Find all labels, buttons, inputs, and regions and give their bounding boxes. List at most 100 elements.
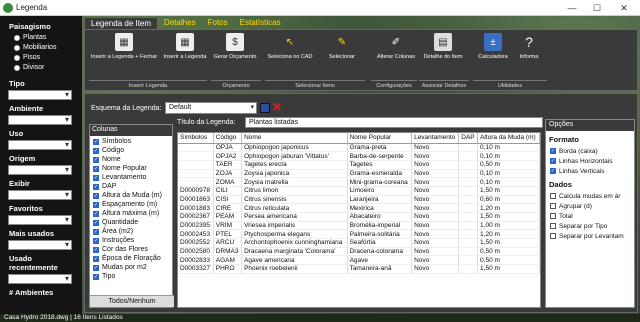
table-row[interactable]: D0002453 PTEL Ptychosperma elegans Palmeira…: [178, 229, 540, 240]
select-button[interactable]: ✎ Selecionar: [321, 33, 363, 77]
insert-legend-button[interactable]: ▦ Inserir a Legenda: [163, 33, 207, 77]
column-option[interactable]: ✓ Nome: [90, 155, 172, 164]
tab-legenda[interactable]: Legenda de Item: [84, 17, 159, 29]
column-header[interactable]: Símbolos: [178, 133, 214, 144]
table-row[interactable]: OPJA2 Ophiopogon jaburan 'Vittatus' Barba-…: [178, 151, 540, 161]
column-option[interactable]: ✓ Quantidade: [90, 218, 172, 227]
table-row[interactable]: ZOMA Zoysia matrella Mini-grama-coreana Nov…: [178, 177, 540, 187]
radio-option[interactable]: Divisor: [14, 64, 82, 71]
option-checkbox[interactable]: Agrupar (d): [546, 201, 634, 211]
checkbox-icon[interactable]: [550, 193, 556, 199]
column-option[interactable]: ✓ Mudas por m2: [90, 263, 172, 272]
checkbox-icon[interactable]: ✓: [93, 165, 99, 172]
checkbox-icon[interactable]: ✓: [93, 174, 99, 181]
checkbox-icon[interactable]: ✓: [93, 273, 99, 280]
option-checkbox[interactable]: Separar por Levantam: [546, 231, 634, 241]
checkbox-icon[interactable]: ✓: [93, 237, 99, 244]
table-row[interactable]: D0002552 ARCU Archontophoenix cunninghamia…: [178, 238, 540, 248]
tab-fotos[interactable]: Fotos: [202, 17, 234, 29]
checkbox-icon[interactable]: ✓: [93, 147, 99, 154]
toggle-all-button[interactable]: Todos/Nenhum: [90, 295, 174, 307]
column-option[interactable]: ✓ Instruções: [90, 236, 172, 245]
column-option[interactable]: ✓ Código: [90, 146, 172, 155]
checkbox-icon[interactable]: ✓: [93, 183, 99, 190]
select-in-cad-button[interactable]: ↖ Seleciona no CAD: [265, 33, 315, 77]
checkbox-icon[interactable]: [550, 203, 556, 209]
tab-estatisticas[interactable]: Estatísticas: [234, 17, 287, 29]
filter-select[interactable]: [8, 140, 72, 150]
table-row[interactable]: D0003327 PHRO Phoenix roebelenii Tamareira-…: [178, 264, 540, 274]
table-row[interactable]: D0002367 PEAM Persea americana Abacateiro No…: [178, 212, 540, 222]
radio-option[interactable]: Mobiliarios: [14, 44, 82, 51]
maximize-button[interactable]: ☐: [585, 0, 609, 16]
legend-title-input[interactable]: Plantas listadas: [245, 117, 543, 128]
column-option[interactable]: ✓ Tipo: [90, 272, 172, 281]
calculator-button[interactable]: ± Calculadora: [475, 33, 511, 77]
info-button[interactable]: ? Informa: [513, 33, 545, 77]
table-row[interactable]: D0000978 CILI Citrus limon Limoeiro Novo 1,50…: [178, 186, 540, 196]
column-option[interactable]: ✓ Espaçamento (m): [90, 200, 172, 209]
checkbox-icon[interactable]: [550, 213, 556, 219]
filter-select[interactable]: [8, 215, 72, 225]
option-checkbox[interactable]: Total: [546, 211, 634, 221]
checkbox-icon[interactable]: ✓: [93, 192, 99, 199]
checkbox-icon[interactable]: ✓: [93, 264, 99, 271]
column-option[interactable]: ✓ Altura máxima (m): [90, 209, 172, 218]
checkbox-icon[interactable]: [550, 223, 556, 229]
checkbox-icon[interactable]: ✓: [93, 201, 99, 208]
filter-select[interactable]: [8, 115, 72, 125]
column-option[interactable]: ✓ Nome Popular: [90, 164, 172, 173]
table-row[interactable]: D0001863 CISI Citrus sinensis Laranjeira Nov…: [178, 195, 540, 205]
checkbox-icon[interactable]: ✓: [93, 246, 99, 253]
checkbox-icon[interactable]: ✓: [93, 210, 99, 217]
tab-detalhes[interactable]: Detalhes: [158, 17, 202, 29]
filter-select[interactable]: [8, 190, 72, 200]
column-header[interactable]: Nome: [241, 133, 348, 144]
radio-option[interactable]: Pisos: [14, 54, 82, 61]
table-row[interactable]: D0002580 DRMA3 Dracaena marginata 'Coloram…: [178, 247, 540, 257]
column-option[interactable]: ✓ Altura da Muda (m): [90, 191, 172, 200]
option-checkbox[interactable]: Calcula mudas em ár: [546, 191, 634, 201]
save-icon[interactable]: [260, 103, 270, 113]
table-row[interactable]: D0002833 AGAM Agave americana Agave Novo 0,50…: [178, 255, 540, 266]
filter-select[interactable]: [8, 165, 72, 175]
checkbox-icon[interactable]: ✓: [550, 158, 556, 164]
checkbox-icon[interactable]: ✓: [93, 219, 99, 226]
checkbox-icon[interactable]: ✓: [93, 156, 99, 163]
column-option[interactable]: ✓ Símbolos: [90, 137, 172, 146]
checkbox-icon[interactable]: ✓: [93, 255, 99, 262]
table-row[interactable]: D0001883 CIRE Citrus reticulata Mexirica Nov…: [178, 203, 540, 213]
column-header[interactable]: Altura da Muda (m): [477, 133, 540, 144]
column-option[interactable]: ✓ Cor das Flores: [90, 245, 172, 254]
column-option[interactable]: ✓ DAP: [90, 182, 172, 191]
radio-option[interactable]: Plantas: [14, 34, 82, 41]
close-button[interactable]: ✕: [612, 0, 636, 16]
option-checkbox[interactable]: Separar por Tipo: [546, 221, 634, 231]
column-option[interactable]: ✓ Levantamento: [90, 173, 172, 182]
checkbox-icon[interactable]: ✓: [93, 138, 99, 145]
change-columns-button[interactable]: ✐ Alterar Colunas: [375, 33, 417, 77]
item-detail-button[interactable]: ▤ Detalhe do Item: [421, 33, 465, 77]
table-row[interactable]: ZOJA Zoysia japonica Grama-esmeralda Novo 0,…: [178, 169, 540, 179]
generate-budget-button[interactable]: $ Gerar Orçamento: [211, 33, 259, 77]
option-checkbox[interactable]: ✓ Linhas Horizontais: [546, 156, 634, 166]
checkbox-icon[interactable]: ✓: [550, 148, 556, 154]
scheme-select[interactable]: Default: [165, 102, 257, 114]
column-header[interactable]: DAP: [458, 133, 479, 144]
checkbox-icon[interactable]: ✓: [550, 168, 556, 174]
filter-select[interactable]: [8, 240, 72, 250]
column-header[interactable]: Levantamento: [411, 133, 460, 144]
column-option[interactable]: ✓ Época de Floração: [90, 254, 172, 263]
delete-icon[interactable]: ✕: [272, 100, 282, 114]
option-checkbox[interactable]: ✓ Borda (caixa): [546, 146, 634, 156]
table-row[interactable]: OPJA Ophiopogon japonicus Grama-preta Novo 0…: [178, 143, 540, 153]
filter-select[interactable]: [8, 274, 72, 284]
checkbox-icon[interactable]: [550, 233, 556, 239]
column-option[interactable]: ✓ Área (m2): [90, 227, 172, 236]
insert-legend-close-button[interactable]: ▦ Inserir a Legenda + Fechar: [89, 33, 159, 77]
filter-select[interactable]: [8, 90, 72, 100]
minimize-button[interactable]: —: [560, 0, 584, 16]
checkbox-icon[interactable]: ✓: [93, 228, 99, 235]
column-header[interactable]: Nome Popular: [347, 133, 413, 144]
table-row[interactable]: D0002395 VRIM Vriesea imperialis Bromélia-i…: [178, 221, 540, 231]
